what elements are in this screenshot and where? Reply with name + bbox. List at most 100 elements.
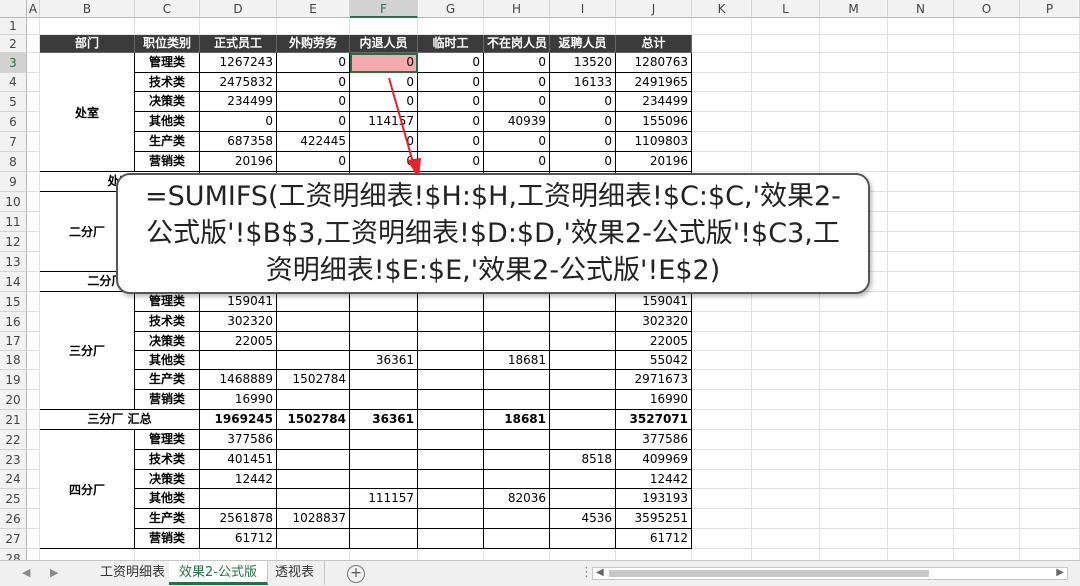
row-header[interactable]: 2 xyxy=(0,35,27,53)
value-cell[interactable] xyxy=(200,351,277,370)
value-cell[interactable]: 2491965 xyxy=(616,73,692,92)
value-cell[interactable]: 0 xyxy=(350,132,418,152)
subtotal-cell[interactable]: 36361 xyxy=(350,410,418,430)
value-cell[interactable] xyxy=(484,430,550,450)
subtotal-cell[interactable]: 3527071 xyxy=(616,410,692,430)
column-header[interactable]: K xyxy=(692,0,752,18)
value-cell[interactable] xyxy=(350,312,418,332)
value-cell[interactable]: 12442 xyxy=(200,470,277,489)
column-header[interactable]: N xyxy=(888,0,954,18)
value-cell[interactable]: 409969 xyxy=(616,450,692,470)
value-cell[interactable]: 0 xyxy=(484,73,550,92)
value-cell[interactable]: 0 xyxy=(550,152,616,172)
value-cell[interactable] xyxy=(418,489,484,509)
table-header-cell[interactable]: 总计 xyxy=(616,35,692,53)
value-cell[interactable]: 2561878 xyxy=(200,509,277,529)
value-cell[interactable] xyxy=(550,390,616,410)
value-cell[interactable]: 12442 xyxy=(616,470,692,489)
column-header[interactable]: F xyxy=(350,0,418,18)
dept-cell[interactable]: 处室 xyxy=(40,53,135,172)
horizontal-scrollbar[interactable]: ◀ ▶ xyxy=(592,567,1068,580)
value-cell[interactable]: 22005 xyxy=(616,332,692,351)
value-cell[interactable]: 159041 xyxy=(616,292,692,312)
scroll-right-icon[interactable]: ▶ xyxy=(1056,567,1064,578)
column-header[interactable]: I xyxy=(550,0,616,18)
row-header[interactable]: 5 xyxy=(0,92,27,112)
value-cell[interactable] xyxy=(418,529,484,549)
value-cell[interactable]: 302320 xyxy=(200,312,277,332)
subtotal-cell[interactable]: 18681 xyxy=(484,410,550,430)
column-header[interactable]: P xyxy=(1020,0,1080,18)
value-cell[interactable]: 114157 xyxy=(350,112,418,132)
value-cell[interactable]: 20196 xyxy=(616,152,692,172)
value-cell[interactable] xyxy=(550,312,616,332)
column-header[interactable]: M xyxy=(820,0,888,18)
category-cell[interactable]: 生产类 xyxy=(135,509,200,529)
value-cell[interactable] xyxy=(418,292,484,312)
value-cell[interactable] xyxy=(484,312,550,332)
row-header[interactable]: 16 xyxy=(0,312,27,332)
add-sheet-icon[interactable]: + xyxy=(347,565,365,583)
row-header[interactable]: 7 xyxy=(0,132,27,152)
value-cell[interactable] xyxy=(550,332,616,351)
value-cell[interactable] xyxy=(484,529,550,549)
value-cell[interactable]: 18681 xyxy=(484,351,550,370)
value-cell[interactable]: 159041 xyxy=(200,292,277,312)
value-cell[interactable] xyxy=(550,470,616,489)
row-header[interactable]: 21 xyxy=(0,410,27,430)
subtotal-cell[interactable]: 1969245 xyxy=(200,410,277,430)
value-cell[interactable]: 0 xyxy=(484,132,550,152)
subtotal-cell[interactable] xyxy=(418,410,484,430)
value-cell[interactable]: 0 xyxy=(418,53,484,73)
value-cell[interactable] xyxy=(550,489,616,509)
value-cell[interactable] xyxy=(418,332,484,351)
value-cell[interactable]: 0 xyxy=(484,53,550,73)
table-header-cell[interactable]: 外购劳务 xyxy=(277,35,350,53)
value-cell[interactable] xyxy=(277,351,350,370)
row-header[interactable]: 15 xyxy=(0,292,27,312)
value-cell[interactable] xyxy=(350,509,418,529)
value-cell[interactable] xyxy=(418,312,484,332)
value-cell[interactable] xyxy=(350,332,418,351)
category-cell[interactable]: 技术类 xyxy=(135,312,200,332)
value-cell[interactable] xyxy=(350,430,418,450)
value-cell[interactable] xyxy=(200,489,277,509)
value-cell[interactable]: 401451 xyxy=(200,450,277,470)
column-header[interactable]: J xyxy=(616,0,692,18)
table-header-cell[interactable]: 不在岗人员 xyxy=(484,35,550,53)
value-cell[interactable]: 0 xyxy=(418,92,484,112)
row-header[interactable]: 22 xyxy=(0,430,27,450)
row-header[interactable]: 24 xyxy=(0,470,27,489)
value-cell[interactable]: 155096 xyxy=(616,112,692,132)
tab-pivot[interactable]: 透视表 xyxy=(265,561,326,585)
value-cell[interactable] xyxy=(484,292,550,312)
value-cell[interactable]: 0 xyxy=(418,132,484,152)
subtotal-cell[interactable] xyxy=(550,410,616,430)
table-header-cell[interactable]: 临时工 xyxy=(418,35,484,53)
category-cell[interactable]: 其他类 xyxy=(135,489,200,509)
value-cell[interactable]: 0 xyxy=(484,152,550,172)
value-cell[interactable]: 0 xyxy=(350,73,418,92)
value-cell[interactable]: 0 xyxy=(484,92,550,112)
row-header[interactable]: 12 xyxy=(0,232,27,252)
category-cell[interactable]: 决策类 xyxy=(135,470,200,489)
value-cell[interactable] xyxy=(350,470,418,489)
value-cell[interactable] xyxy=(277,489,350,509)
value-cell[interactable] xyxy=(550,370,616,390)
value-cell[interactable]: 20196 xyxy=(200,152,277,172)
value-cell[interactable]: 1028837 xyxy=(277,509,350,529)
value-cell[interactable]: 16990 xyxy=(200,390,277,410)
row-header[interactable]: 28 xyxy=(0,549,27,560)
row-header[interactable]: 23 xyxy=(0,450,27,470)
value-cell[interactable] xyxy=(484,509,550,529)
value-cell[interactable] xyxy=(418,450,484,470)
category-cell[interactable]: 营销类 xyxy=(135,152,200,172)
value-cell[interactable]: 234499 xyxy=(200,92,277,112)
value-cell[interactable] xyxy=(550,430,616,450)
value-cell[interactable]: 111157 xyxy=(350,489,418,509)
category-cell[interactable]: 其他类 xyxy=(135,112,200,132)
value-cell[interactable]: 1267243 xyxy=(200,53,277,73)
select-all-corner[interactable] xyxy=(0,0,27,18)
table-header-cell[interactable]: 返聘人员 xyxy=(550,35,616,53)
category-cell[interactable]: 营销类 xyxy=(135,529,200,549)
